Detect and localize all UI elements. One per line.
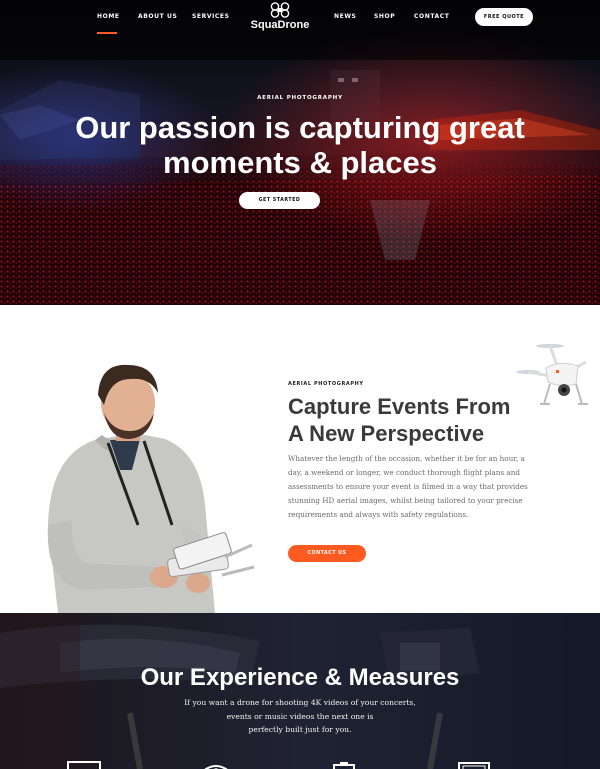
camera-icon	[204, 765, 228, 769]
about-title-line-1: Capture Events From	[288, 394, 511, 419]
pilot-photo	[47, 364, 255, 613]
site-logo[interactable]: SquaDrone	[249, 2, 311, 32]
contact-us-button[interactable]: CONTACT US	[288, 545, 366, 562]
nav-about-us[interactable]: ABOUT US	[138, 13, 177, 20]
about-body-line: requirements and always with safety regu…	[288, 510, 469, 519]
experience-text-line: If you want a drone for shooting 4K vide…	[184, 698, 416, 707]
nav-news[interactable]: NEWS	[334, 13, 356, 20]
logo-text: SquaDrone	[250, 19, 310, 31]
main-nav: HOME ABOUT US SERVICES SquaDrone NEWS SH…	[0, 0, 600, 40]
drone-logo-icon	[270, 2, 290, 18]
about-title-line-2: A New Perspective	[288, 421, 485, 446]
nav-services[interactable]: SERVICES	[192, 13, 230, 20]
about-body: Whatever the length of the occasion, whe…	[288, 452, 538, 522]
free-quote-button[interactable]: FREE QUOTE	[475, 8, 533, 26]
nav-home[interactable]: HOME	[97, 13, 120, 20]
nav-contact[interactable]: CONTACT	[414, 13, 450, 20]
experience-text-line: perfectly built just for you.	[248, 725, 352, 734]
screen-icon	[458, 762, 490, 769]
about-eyebrow: AERIAL PHOTOGRAPHY	[288, 381, 364, 387]
about-body-line: Whatever the length of the occasion, whe…	[288, 454, 525, 463]
experience-text: If you want a drone for shooting 4K vide…	[165, 696, 435, 737]
experience-title: Our Experience & Measures	[140, 664, 460, 691]
monitor-icon	[67, 761, 101, 769]
nav-active-indicator	[97, 32, 117, 34]
about-section: AERIAL PHOTOGRAPHY Capture Events From A…	[0, 305, 600, 613]
hero-title: Our passion is capturing great moments &…	[0, 110, 600, 180]
about-body-line: assessments to ensure your event is film…	[288, 482, 528, 491]
hero-section: HOME ABOUT US SERVICES SquaDrone NEWS SH…	[0, 0, 600, 305]
about-body-line: stunning HD aerial images, whilst being …	[288, 496, 523, 505]
experience-text-line: events or music videos the next one is	[226, 711, 374, 721]
hero-title-line-1: Our passion is capturing great	[75, 110, 525, 145]
nav-shop[interactable]: SHOP	[374, 13, 395, 20]
about-body-line: day, a weekend or longer, we conduct tho…	[288, 468, 520, 477]
get-started-button[interactable]: GET STARTED	[239, 192, 320, 209]
about-title: Capture Events From A New Perspective	[288, 393, 548, 447]
hero-eyebrow: AERIAL PHOTOGRAPHY	[257, 95, 343, 101]
hero-title-line-2: moments & places	[163, 145, 437, 180]
experience-section: Our Experience & Measures If you want a …	[0, 613, 600, 769]
battery-icon	[333, 762, 355, 769]
